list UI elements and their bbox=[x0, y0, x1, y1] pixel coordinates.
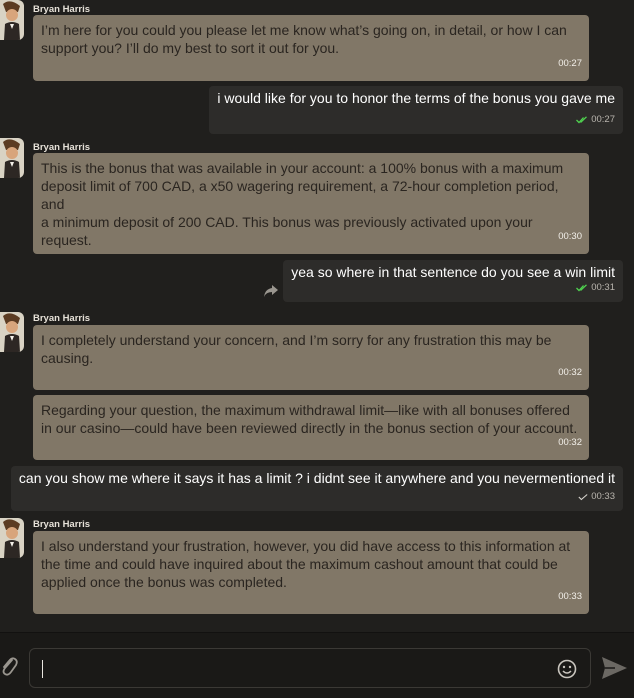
message-time: 00:32 bbox=[558, 367, 582, 378]
message-line: a minimum deposit of 200 CAD. This bonus… bbox=[41, 214, 533, 230]
message-line: I also understand your frustration, howe… bbox=[41, 538, 571, 554]
agent-message-bubble: Regarding your question, the maximum wit… bbox=[33, 395, 589, 460]
agent-avatar bbox=[0, 138, 24, 178]
sender-name: Bryan Harris bbox=[33, 4, 91, 15]
user-message-bubble: can you show me where it says it has a l… bbox=[10, 466, 623, 511]
message-line: in our casino—could have been reviewed d… bbox=[41, 420, 578, 436]
message-line: request. bbox=[41, 232, 92, 248]
agent-message-bubble: This is the bonus that was available in … bbox=[33, 153, 589, 254]
chat-transcript: Bryan Harris I’m here for you could you … bbox=[0, 0, 634, 632]
message-time: 00:32 bbox=[558, 437, 582, 448]
message-line: Regarding your question, the maximum wit… bbox=[41, 402, 570, 418]
check-icon bbox=[578, 494, 588, 501]
double-check-icon bbox=[576, 116, 588, 124]
sender-name: Bryan Harris bbox=[33, 519, 91, 530]
send-icon[interactable] bbox=[601, 656, 628, 680]
message-text: yea so where in that sentence do you see… bbox=[291, 264, 615, 280]
message-line: I completely understand your concern, an… bbox=[41, 332, 552, 348]
message-line: deposit limit of 700 CAD, a x50 wagering… bbox=[41, 178, 559, 212]
agent-avatar bbox=[0, 0, 24, 40]
share-arrow-icon[interactable] bbox=[263, 284, 279, 298]
text-caret bbox=[42, 660, 43, 678]
user-message-bubble: yea so where in that sentence do you see… bbox=[283, 260, 623, 302]
agent-message-bubble: I also understand your frustration, howe… bbox=[33, 531, 589, 614]
message-time: 00:31 bbox=[591, 282, 615, 293]
agent-message-bubble: I’m here for you could you please let me… bbox=[33, 15, 589, 81]
message-line: causing. bbox=[41, 350, 94, 366]
smiley-icon[interactable] bbox=[557, 659, 577, 679]
message-input[interactable] bbox=[30, 649, 590, 687]
message-text: can you show me where it says it has a l… bbox=[18, 470, 615, 486]
double-check-icon bbox=[576, 284, 588, 292]
agent-avatar bbox=[0, 312, 24, 352]
message-input-container bbox=[29, 648, 591, 688]
message-time: 00:33 bbox=[591, 491, 615, 502]
message-time: 00:27 bbox=[591, 114, 615, 125]
message-line: the time and could have inquired about t… bbox=[41, 556, 558, 572]
sender-name: Bryan Harris bbox=[33, 142, 91, 153]
message-line: This is the bonus that was available in … bbox=[41, 160, 564, 176]
user-message-bubble: i would like for you to honor the terms … bbox=[209, 86, 623, 134]
paperclip-icon[interactable] bbox=[0, 654, 18, 678]
message-time: 00:27 bbox=[558, 58, 582, 69]
agent-avatar bbox=[0, 518, 24, 558]
message-time: 00:33 bbox=[558, 591, 582, 602]
message-line: support you? I’ll do my best to sort it … bbox=[41, 40, 340, 56]
agent-message-bubble: I completely understand your concern, an… bbox=[33, 325, 589, 390]
message-time: 00:30 bbox=[558, 231, 582, 242]
sender-name: Bryan Harris bbox=[33, 313, 91, 324]
message-line: I’m here for you could you please let me… bbox=[41, 22, 567, 38]
message-line: applied once the bonus was completed. bbox=[41, 574, 287, 590]
message-text: i would like for you to honor the terms … bbox=[217, 90, 615, 106]
